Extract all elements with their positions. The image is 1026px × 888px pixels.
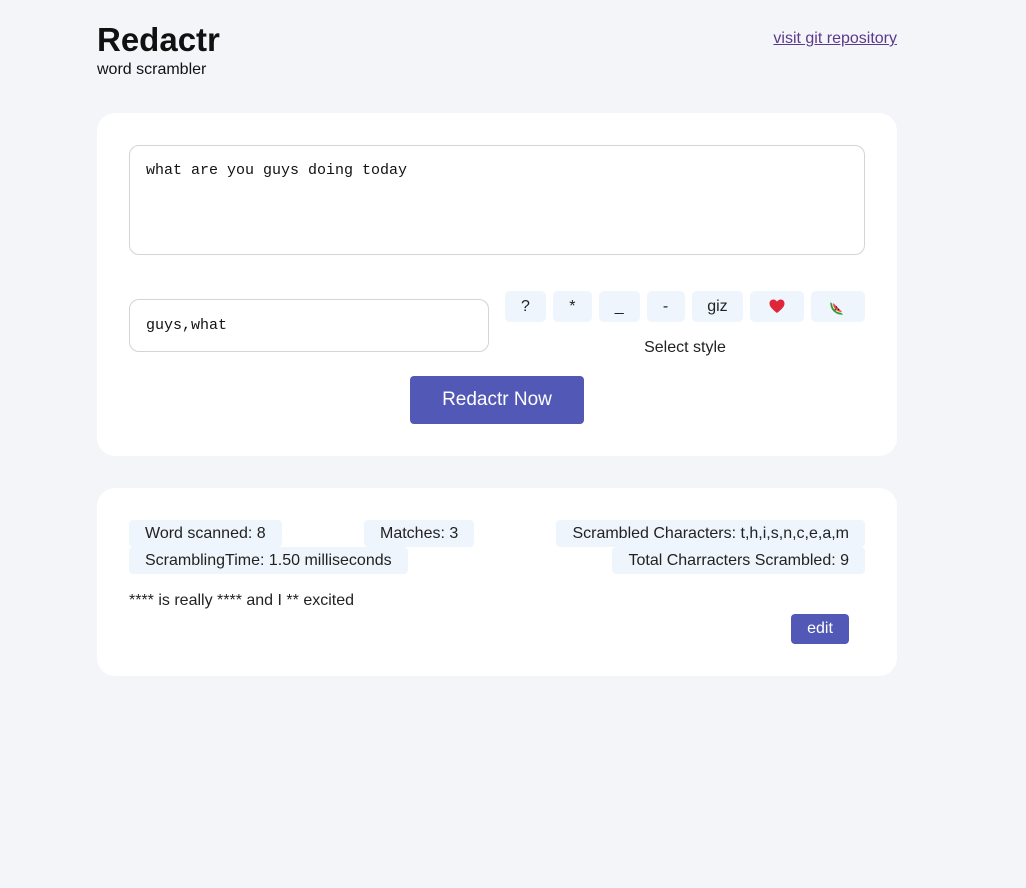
- redacted-output-text: **** is really **** and I ** excited: [129, 592, 355, 609]
- style-watermelon-button[interactable]: [811, 291, 865, 322]
- style-underscore-button[interactable]: _: [598, 291, 640, 322]
- style-button-group: ? * _ - giz: [505, 291, 865, 322]
- scrambling-time-badge: ScramblingTime: 1.50 milliseconds: [129, 547, 408, 574]
- words-to-redact-input[interactable]: [129, 299, 489, 352]
- total-scrambled-badge: Total Charracters Scrambled: 9: [612, 547, 865, 574]
- words-scanned-badge: Word scanned: 8: [129, 520, 282, 547]
- style-question-button[interactable]: ?: [505, 291, 546, 322]
- style-asterisk-button[interactable]: *: [552, 291, 592, 322]
- select-style-label: Select style: [644, 339, 726, 356]
- app-title: Redactr: [97, 21, 220, 58]
- results-card: Word scanned: 8 Matches: 3 Scrambled Cha…: [97, 488, 897, 676]
- edit-button[interactable]: edit: [791, 614, 849, 644]
- text-input-area[interactable]: [129, 145, 865, 255]
- style-giz-button[interactable]: giz: [691, 291, 744, 322]
- style-dash-button[interactable]: -: [646, 291, 685, 322]
- app-subtitle: word scrambler: [97, 61, 207, 78]
- heart-icon: [769, 299, 785, 313]
- redactr-now-button[interactable]: Redactr Now: [410, 376, 584, 424]
- app-container: Redactr word scrambler visit git reposit…: [97, 0, 897, 676]
- style-heart-button[interactable]: [750, 291, 805, 322]
- watermelon-icon: [830, 301, 844, 315]
- scrambled-characters-badge: Scrambled Characters: t,h,i,s,n,c,e,a,m: [556, 520, 865, 547]
- header: Redactr word scrambler visit git reposit…: [97, 0, 897, 113]
- input-card: ? * _ - giz Select style: [97, 113, 897, 456]
- matches-badge: Matches: 3: [364, 520, 475, 547]
- git-repository-link[interactable]: visit git repository: [773, 30, 897, 48]
